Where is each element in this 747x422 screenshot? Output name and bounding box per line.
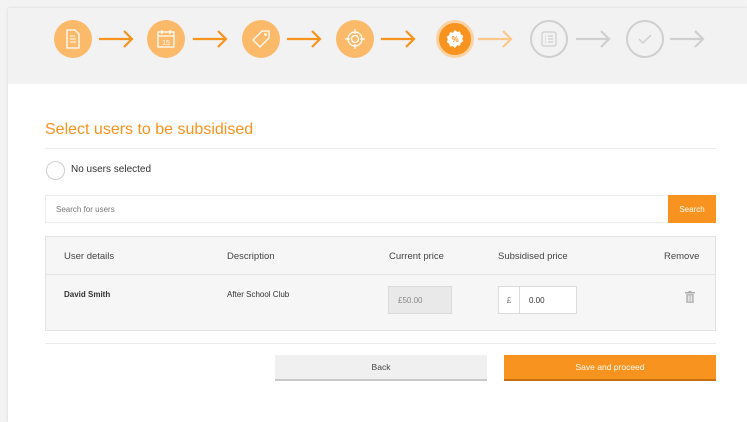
header-subsidised-price: Subsidised price [498, 251, 568, 262]
users-table: User details Description Current price S… [45, 236, 716, 331]
row-description: After School Club [227, 290, 290, 299]
trash-icon[interactable] [685, 291, 695, 303]
header-current-price: Current price [389, 251, 444, 262]
step-arrow-icon [193, 30, 228, 48]
calendar-icon: 15 [157, 30, 175, 48]
check-icon [638, 34, 652, 45]
selection-status: No users selected [71, 164, 152, 175]
percent-symbol: % [451, 35, 458, 44]
tag-icon [252, 30, 270, 48]
search-button[interactable]: Search [668, 195, 716, 223]
save-and-proceed-button[interactable]: Save and proceed [504, 355, 716, 381]
page-title: Select users to be subsidised [45, 121, 254, 138]
select-all-radio[interactable] [46, 161, 65, 180]
header-description: Description [227, 251, 275, 262]
back-button[interactable]: Back [275, 355, 487, 381]
step-arrow-icon [287, 30, 322, 48]
row-user: David Smith [64, 290, 111, 299]
step-arrow-icon [99, 30, 134, 48]
header-remove: Remove [664, 251, 700, 262]
step-calendar[interactable]: 15 [147, 20, 185, 58]
subsidised-price-value[interactable]: 0.00 [520, 296, 545, 305]
step-arrow-icon [670, 30, 705, 48]
table-header: User details Description Current price S… [46, 237, 715, 275]
current-price-value: £50.00 [398, 295, 423, 305]
main-card: 15 % Select users to be subsidised No us… [8, 8, 747, 422]
currency-symbol: £ [499, 287, 520, 313]
header-user-details: User details [64, 251, 115, 262]
step-arrow-icon [381, 30, 416, 48]
current-price-field: £50.00 [388, 286, 452, 314]
step-check[interactable] [626, 20, 664, 58]
target-icon [345, 29, 365, 49]
divider [45, 343, 716, 344]
step-arrow-icon [576, 30, 611, 48]
step-arrow-icon [478, 30, 513, 48]
calendar-day: 15 [162, 40, 170, 47]
progress-steps: 15 % [8, 8, 747, 84]
list-icon [541, 31, 557, 47]
subsidised-price-field[interactable]: £ 0.00 [498, 286, 577, 314]
document-icon [66, 29, 80, 49]
search-input[interactable] [45, 195, 669, 223]
percent-icon: % [446, 30, 464, 48]
step-document[interactable] [54, 20, 92, 58]
step-tag[interactable] [242, 20, 280, 58]
step-list[interactable] [530, 20, 568, 58]
divider [45, 148, 716, 149]
step-percent[interactable]: % [436, 20, 474, 58]
step-target[interactable] [336, 20, 374, 58]
